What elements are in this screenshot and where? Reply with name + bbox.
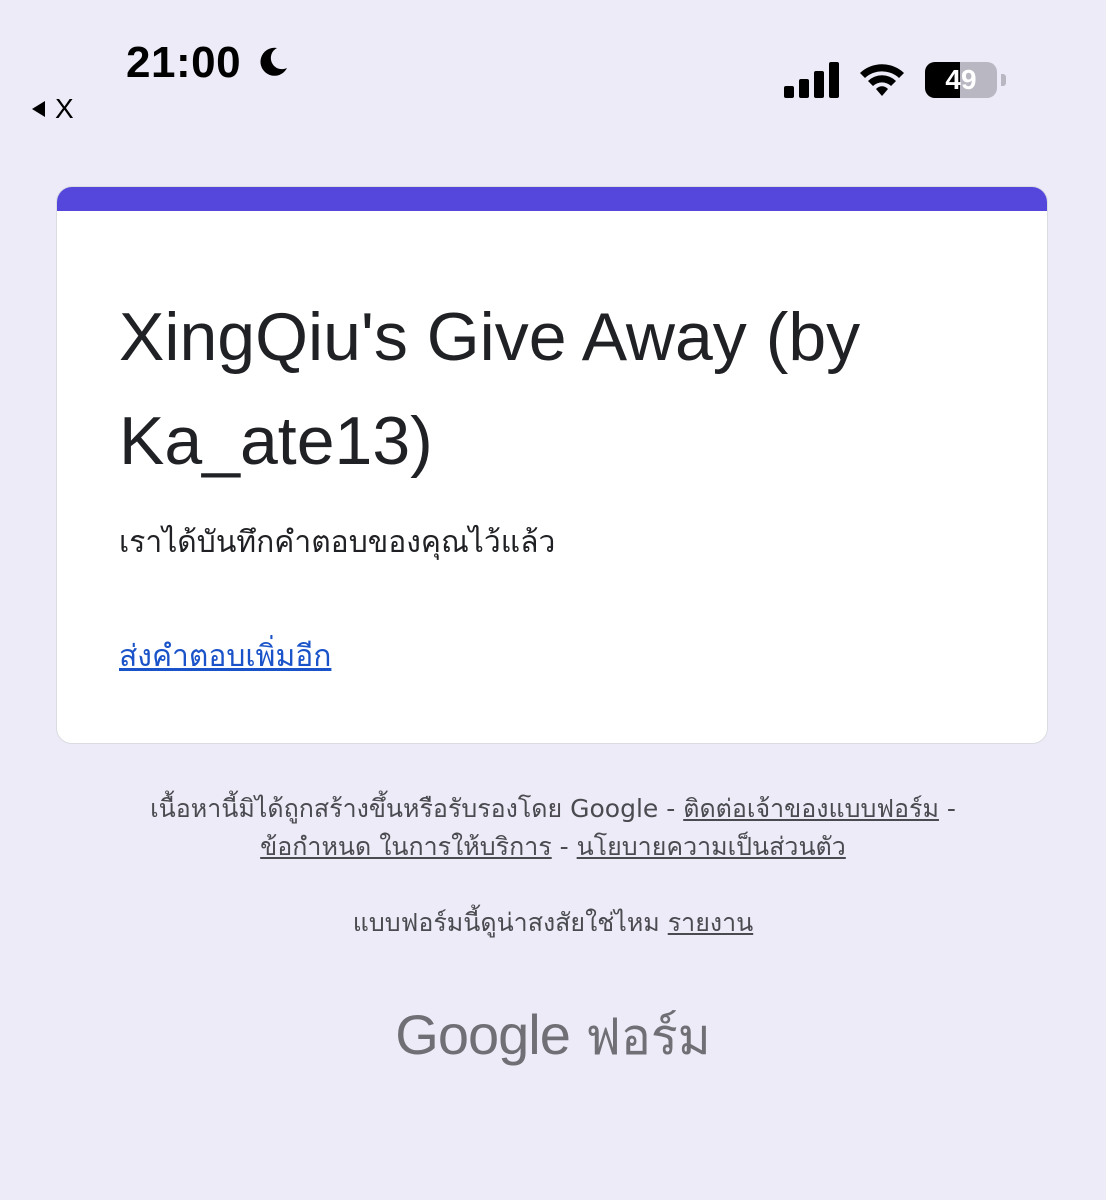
- contact-form-owner-link[interactable]: ติดต่อเจ้าของแบบฟอร์ม: [683, 794, 939, 823]
- confirmation-message: เราได้บันทึกคำตอบของคุณไว้แล้ว: [119, 525, 556, 560]
- confirmation-card: XingQiu's Give Away (by Ka_ate13) เราได้…: [56, 186, 1048, 744]
- card-accent-bar: [57, 187, 1047, 211]
- battery-indicator: 49: [925, 62, 1006, 98]
- footer-disclaimer: เนื้อหานี้มิได้ถูกสร้างขึ้นหรือรับรองโดย…: [40, 790, 1066, 866]
- back-app-label: X: [55, 93, 74, 124]
- battery-body: 49: [925, 62, 997, 98]
- privacy-policy-link[interactable]: นโยบายความเป็นส่วนตัว: [577, 832, 846, 861]
- back-triangle-icon: [32, 101, 45, 117]
- status-bar: 21:00 X 49: [0, 0, 1106, 130]
- cellular-signal-icon: [784, 62, 839, 98]
- forms-wordmark: ฟอร์ม: [585, 1008, 711, 1066]
- form-title: XingQiu's Give Away (by Ka_ate13): [119, 299, 861, 479]
- moon-icon: [260, 47, 287, 76]
- report-abuse-line: แบบฟอร์มนี้ดูน่าสงสัยใช่ไหม รายงาน: [40, 904, 1066, 942]
- disclaimer-text: เนื้อหานี้มิได้ถูกสร้างขึ้นหรือรับรองโดย…: [150, 794, 676, 823]
- battery-cap: [1001, 74, 1006, 86]
- footer-separator: -: [946, 794, 956, 823]
- wifi-icon: [860, 64, 904, 96]
- google-wordmark: Google: [395, 1003, 571, 1066]
- report-link[interactable]: รายงาน: [668, 908, 753, 937]
- submit-another-response-link[interactable]: ส่งคำตอบเพิ่มอีก: [119, 637, 331, 677]
- footer-separator: -: [559, 832, 569, 861]
- status-time: 21:00: [126, 38, 242, 87]
- back-to-app-button[interactable]: X: [32, 94, 74, 124]
- suspicious-form-question: แบบฟอร์มนี้ดูน่าสงสัยใช่ไหม: [352, 908, 660, 937]
- terms-of-service-link[interactable]: ข้อกำหนด ในการให้บริการ: [260, 832, 552, 861]
- battery-level: 49: [945, 64, 977, 95]
- google-forms-logo[interactable]: Google ฟอร์ม: [0, 998, 1106, 1074]
